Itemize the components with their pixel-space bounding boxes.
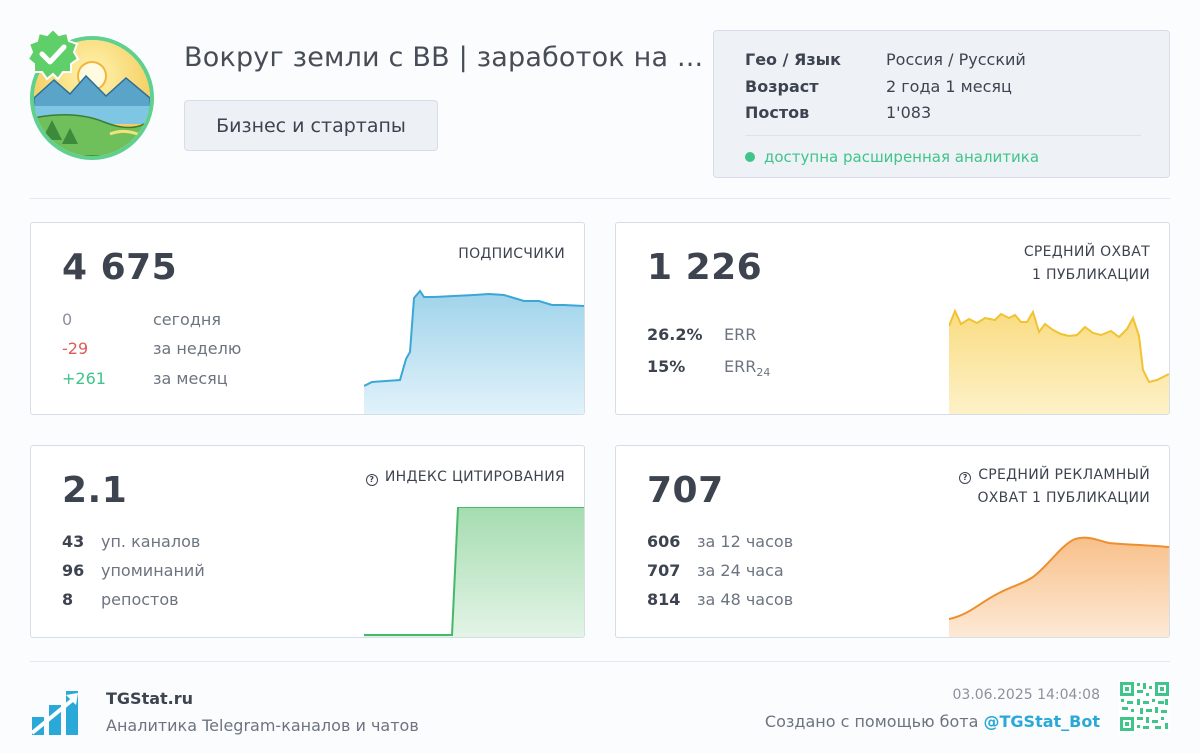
- reach-title-line1: СРЕДНИЙ ОХВАТ: [1023, 244, 1150, 260]
- citation-card: 2.1 ? ИНДЕКС ЦИТИРОВАНИЯ 43 уп. каналов 9…: [30, 445, 585, 638]
- subscribers-value: 4 675: [62, 247, 178, 288]
- verified-badge-icon: [26, 27, 80, 81]
- subscribers-title: ПОДПИСЧИКИ: [458, 246, 565, 262]
- brand-name[interactable]: TGStat.ru: [106, 689, 193, 708]
- err24-value: 15%: [647, 357, 686, 376]
- tgstat-logo-icon[interactable]: [30, 689, 82, 737]
- bot-link[interactable]: @TGStat_Bot: [984, 712, 1101, 731]
- err24-label-text: ERR: [724, 357, 757, 376]
- category-button[interactable]: Бизнес и стартапы: [184, 100, 438, 151]
- stat-number: 707: [647, 561, 681, 580]
- reach-title: СРЕДНИЙ ОХВАТ 1 ПУБЛИКАЦИИ: [1024, 241, 1150, 287]
- divider: [30, 198, 1170, 199]
- channel-info-panel: Гео / Язык Россия / Русский Возраст 2 го…: [713, 30, 1170, 178]
- err24-subscript: 24: [756, 366, 771, 380]
- stat-label: за неделю: [153, 339, 242, 358]
- qr-code-icon: [1119, 681, 1170, 732]
- divider: [30, 661, 1170, 662]
- stat-number: 43: [62, 532, 85, 551]
- analytics-status[interactable]: доступна расширенная аналитика: [745, 148, 1039, 166]
- stat-label: за 24 часа: [697, 561, 784, 580]
- created-text: Создано с помощью бота: [764, 712, 979, 731]
- report-timestamp: 03.06.2025 14:04:08: [952, 687, 1101, 703]
- citation-title[interactable]: ? ИНДЕКС ЦИТИРОВАНИЯ: [365, 466, 565, 489]
- ad-reach-sparkline: [949, 507, 1169, 637]
- status-dot-icon: [745, 152, 755, 162]
- citation-value: 2.1: [62, 470, 128, 511]
- stat-number: -29: [62, 339, 89, 358]
- err24-label: ERR24: [724, 357, 770, 379]
- stat-label: сегодня: [153, 310, 221, 329]
- stat-number: 96: [62, 561, 85, 580]
- channel-title: Вокруг земли с ВВ | заработок на ...: [184, 42, 704, 73]
- help-circle-icon[interactable]: ?: [365, 474, 378, 486]
- divider: [745, 135, 1141, 136]
- stat-number: +261: [62, 369, 106, 388]
- posts-label: Постов: [745, 103, 810, 122]
- help-circle-icon[interactable]: ?: [959, 472, 972, 484]
- err-value: 26.2%: [647, 325, 703, 344]
- age-label: Возраст: [745, 77, 819, 96]
- stat-label: за 48 часов: [697, 590, 794, 609]
- reach-sparkline: [949, 284, 1169, 414]
- ad-reach-card: 707 ? СРЕДНИЙ РЕКЛАМНЫЙ ОХВАТ 1 ПУБЛИКАЦИ…: [615, 445, 1170, 638]
- ad-reach-value: 707: [647, 470, 724, 511]
- ad-reach-title-line1-text: СРЕДНИЙ РЕКЛАМНЫЙ: [978, 467, 1150, 483]
- ad-reach-title-line1: ? СРЕДНИЙ РЕКЛАМНЫЙ: [959, 464, 1150, 487]
- stat-number: 0: [62, 310, 73, 329]
- stat-number: 8: [62, 590, 74, 609]
- reach-value: 1 226: [647, 247, 763, 288]
- reach-card: 1 226 СРЕДНИЙ ОХВАТ 1 ПУБЛИКАЦИИ 26.2% E…: [615, 222, 1170, 415]
- posts-value: 1'083: [886, 103, 932, 122]
- stat-label: за 12 часов: [697, 532, 794, 551]
- stat-number: 606: [647, 532, 681, 551]
- stat-label: репостов: [101, 590, 179, 609]
- stat-label: уп. каналов: [101, 532, 201, 551]
- created-by: Создано с помощью бота @TGStat_Bot: [765, 712, 1100, 731]
- subscribers-sparkline: [364, 284, 584, 414]
- geo-value: Россия / Русский: [886, 50, 1026, 69]
- ad-reach-title[interactable]: ? СРЕДНИЙ РЕКЛАМНЫЙ ОХВАТ 1 ПУБЛИКАЦИИ: [959, 464, 1150, 510]
- citation-title-text: ИНДЕКС ЦИТИРОВАНИЯ: [384, 469, 565, 485]
- age-value: 2 года 1 месяц: [886, 77, 1012, 96]
- geo-label: Гео / Язык: [745, 50, 841, 69]
- stat-number: 814: [647, 590, 681, 609]
- analytics-text: доступна расширенная аналитика: [764, 148, 1040, 166]
- stat-label: упоминаний: [101, 561, 205, 580]
- citation-sparkline: [364, 507, 584, 637]
- stat-label: за месяц: [153, 369, 228, 388]
- brand-tagline: Аналитика Telegram-каналов и чатов: [106, 716, 419, 735]
- err-label: ERR: [724, 325, 757, 344]
- subscribers-card: 4 675 ПОДПИСЧИКИ 0 сегодня -29 за неделю…: [30, 222, 585, 415]
